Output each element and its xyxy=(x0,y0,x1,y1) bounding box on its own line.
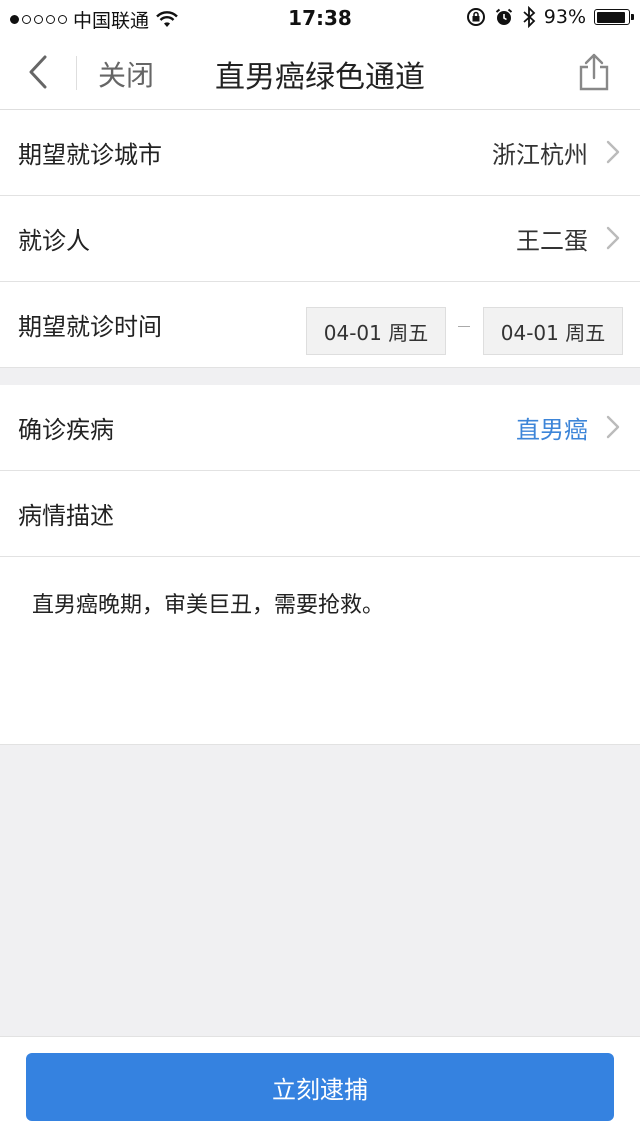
chevron-right-icon xyxy=(606,226,620,250)
disease-value: 直男癌 xyxy=(516,416,588,444)
description-textarea[interactable]: 直男癌晚期，审美巨丑，需要抢救。 xyxy=(0,557,640,745)
start-date-picker[interactable]: 04-01 周五 xyxy=(306,307,446,355)
share-button[interactable] xyxy=(572,50,616,94)
bluetooth-icon xyxy=(523,6,536,28)
city-row[interactable]: 期望就诊城市 浙江杭州 xyxy=(0,110,640,196)
status-bar: 中国联通 17:38 93% xyxy=(0,0,640,36)
patient-label: 就诊人 xyxy=(18,227,90,255)
end-date-picker[interactable]: 04-01 周五 xyxy=(483,307,623,355)
chevron-right-icon xyxy=(606,140,620,164)
disease-info-group: 确诊疾病 直男癌 病情描述 直男癌晚期，审美巨丑，需要抢救。 xyxy=(0,385,640,745)
description-label: 病情描述 xyxy=(18,502,114,530)
navigation-bar: 关闭 直男癌绿色通道 xyxy=(0,36,640,110)
patient-value: 王二蛋 xyxy=(516,227,588,255)
disease-row[interactable]: 确诊疾病 直男癌 xyxy=(0,385,640,471)
time-label: 期望就诊时间 xyxy=(18,313,162,341)
disease-label: 确诊疾病 xyxy=(18,416,114,444)
alarm-icon xyxy=(495,8,512,25)
city-label: 期望就诊城市 xyxy=(18,141,162,169)
date-separator xyxy=(458,326,470,327)
city-value: 浙江杭州 xyxy=(492,141,588,169)
battery-percentage: 93% xyxy=(543,6,586,28)
status-right: 93% xyxy=(466,6,634,28)
description-text: 直男癌晚期，审美巨丑，需要抢救。 xyxy=(32,593,385,618)
submit-button[interactable]: 立刻逮捕 xyxy=(26,1053,614,1121)
orientation-lock-icon xyxy=(466,8,485,26)
footer-bar: 立刻逮捕 xyxy=(0,1036,640,1138)
page-title: 直男癌绿色通道 xyxy=(215,60,425,95)
patient-row[interactable]: 就诊人 王二蛋 xyxy=(0,196,640,282)
description-label-row: 病情描述 xyxy=(0,471,640,557)
share-icon xyxy=(579,53,609,91)
basic-info-group: 期望就诊城市 浙江杭州 就诊人 王二蛋 期望就诊时间 04-01 周五 04-0… xyxy=(0,110,640,368)
battery-fill xyxy=(596,11,626,23)
chevron-right-icon xyxy=(606,415,620,439)
battery-icon xyxy=(594,9,634,25)
time-row: 期望就诊时间 04-01 周五 04-01 周五 xyxy=(0,282,640,368)
